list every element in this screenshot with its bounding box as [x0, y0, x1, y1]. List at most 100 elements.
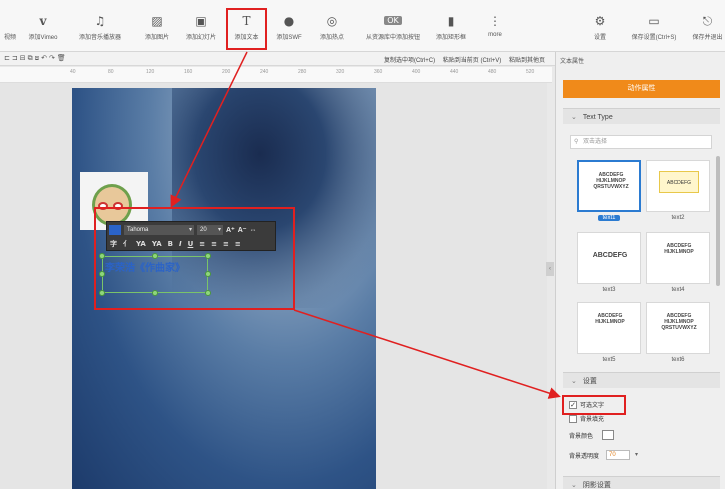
thumb-art: ABCDEFG HIJKLMNOP QRSTUVWXYZ	[661, 313, 697, 331]
ruler-tick: 440	[450, 69, 459, 75]
ruler-tick: 480	[488, 69, 497, 75]
tool-label: 添加Vimeo	[28, 35, 58, 41]
add-button-from-library-button[interactable]: OK 从资源库中添加按钮	[356, 0, 430, 52]
align-tools[interactable]: ⊏⊐⊟⧉⧈↶↷🗑	[4, 54, 68, 63]
text-type-search[interactable]: 双击选择	[570, 135, 712, 149]
main-toolbar: 视频 v 添加Vimeo ♫ 添加音乐播放器 ▨ 添加图片 ▣ 添加幻灯片 T …	[0, 0, 725, 52]
delete-icon[interactable]: 🗑	[57, 54, 68, 62]
ruler-tick: 160	[184, 69, 193, 75]
text-style-label: text3	[602, 287, 616, 293]
bg-opacity-select[interactable]: 70	[606, 450, 638, 460]
ruler-tick: 400	[412, 69, 421, 75]
slideshow-icon: ▣	[195, 14, 207, 28]
swf-icon: ●	[283, 14, 295, 28]
text-style-thumb[interactable]: ABCDEFG HIJKLMNOP QRSTUVWXYZ	[577, 160, 641, 212]
add-swf-button[interactable]: ● 添加SWF	[271, 0, 307, 52]
add-video-button[interactable]: 视频	[0, 0, 20, 52]
thumb-art: ABCDEFG	[659, 171, 699, 193]
ruler-tick: 280	[298, 69, 307, 75]
text-style-label: text1	[577, 215, 641, 221]
align-left-icon[interactable]: ⊏	[4, 54, 12, 62]
text-style-thumb[interactable]: ABCDEFG	[577, 232, 641, 284]
chevron-down-icon: ⌄	[571, 481, 577, 489]
text-style-thumb[interactable]: ABCDEFG HIJKLMNOP	[646, 232, 710, 284]
text-style-thumb[interactable]: ABCDEFG	[646, 160, 710, 212]
add-image-button[interactable]: ▨ 添加图片	[138, 0, 176, 52]
bg-color-option: 背景颜色	[569, 430, 615, 440]
tool-label: 添加矩形框	[435, 35, 466, 41]
add-rectangle-button[interactable]: ▮ 添加矩形框	[432, 0, 470, 52]
save-exit-button[interactable]: ⎋ 保存并退出	[690, 0, 725, 52]
section-title: 设置	[582, 378, 597, 385]
ruler-tick: 520	[526, 69, 535, 75]
add-hotspot-button[interactable]: ◎ 添加热点	[315, 0, 349, 52]
animation-properties-tab[interactable]: 动作属性	[563, 80, 720, 98]
text-style-label: text2	[671, 215, 685, 221]
panel-title: 文本属性	[560, 59, 585, 65]
save-button[interactable]: ▭ 保存设置(Ctrl+S)	[624, 0, 684, 52]
checkbox-icon[interactable]	[569, 414, 577, 423]
properties-panel: 文本属性 ‹ 动作属性 ⌄ Text Type 双击选择 ABCDEFG HIJK…	[546, 52, 725, 489]
option-label: 背景透明度	[569, 453, 600, 460]
text-style-label: text4	[671, 287, 685, 293]
editor-window: 视频 v 添加Vimeo ♫ 添加音乐播放器 ▨ 添加图片 ▣ 添加幻灯片 T …	[0, 0, 725, 489]
tool-label: 添加热点	[319, 35, 344, 41]
paste-other-button[interactable]: 粘贴到其他页	[509, 58, 545, 64]
tool-label: 添加幻灯片	[185, 35, 216, 41]
thumb-art: ABCDEFG	[592, 252, 628, 259]
tool-label: 添加音乐播放器	[78, 35, 121, 41]
selectable-text-highlight	[562, 395, 626, 415]
bg-opacity-option: 背景透明度 70	[569, 450, 638, 460]
settings-button[interactable]: ⚙ 设置	[590, 0, 610, 52]
add-music-player-button[interactable]: ♫ 添加音乐播放器	[68, 0, 132, 52]
section-title: 阴影设置	[582, 482, 611, 489]
ruler-tick: 200	[222, 69, 231, 75]
ruler-tick: 80	[108, 69, 114, 75]
music-icon: ♫	[94, 14, 106, 28]
ruler-tick: 120	[146, 69, 155, 75]
settings-icon: ⚙	[594, 14, 606, 28]
tool-label: 视频	[3, 35, 16, 41]
tool-label: 添加SWF	[276, 35, 302, 41]
shadow-settings-header[interactable]: ⌄ 阴影设置	[563, 476, 720, 489]
rectangle-icon: ▮	[447, 14, 455, 28]
add-text-highlight	[226, 8, 267, 50]
align-center-icon[interactable]: ⊐	[12, 54, 20, 62]
vimeo-icon: v	[39, 14, 47, 28]
thumb-art: ABCDEFG HIJKLMNOP QRSTUVWXYZ	[593, 172, 629, 190]
chevron-down-icon: ⌄	[571, 113, 577, 121]
layer-up-icon[interactable]: ⧉	[28, 54, 35, 62]
text-type-header[interactable]: ⌄ Text Type	[563, 108, 720, 124]
ruler-tick: 320	[336, 69, 345, 75]
paste-button[interactable]: 粘贴到当前页 (Ctrl+V)	[443, 58, 502, 64]
option-label: 背景颜色	[569, 433, 594, 440]
add-slideshow-button[interactable]: ▣ 添加幻灯片	[181, 0, 221, 52]
redo-icon[interactable]: ↷	[49, 54, 57, 62]
text-style-thumb[interactable]: ABCDEFG HIJKLMNOP	[577, 302, 641, 354]
thumb-label: text1	[598, 215, 620, 221]
scrollbar[interactable]	[716, 156, 720, 286]
image-icon: ▨	[151, 14, 163, 28]
bg-color-picker[interactable]	[602, 430, 615, 440]
save-icon: ▭	[648, 14, 660, 28]
save-exit-icon: ⎋	[702, 14, 713, 28]
collapse-panel-handle[interactable]: ‹	[546, 262, 554, 276]
tool-label: 设置	[593, 35, 606, 41]
chevron-down-icon: ⌄	[571, 377, 577, 385]
more-button[interactable]: ⋮ more	[484, 0, 506, 52]
button-icon: OK	[384, 14, 402, 28]
distribute-icon[interactable]: ⊟	[20, 54, 28, 62]
undo-icon[interactable]: ↶	[41, 54, 49, 62]
settings-header[interactable]: ⌄ 设置	[563, 372, 720, 388]
tool-label: 添加图片	[144, 35, 169, 41]
hotspot-icon: ◎	[326, 14, 338, 28]
text-style-label: text6	[671, 357, 685, 363]
text-style-label: text5	[602, 357, 616, 363]
text-style-thumb[interactable]: ABCDEFG HIJKLMNOP QRSTUVWXYZ	[646, 302, 710, 354]
option-label: 背景填充	[580, 417, 605, 423]
add-vimeo-button[interactable]: v 添加Vimeo	[22, 0, 64, 52]
ruler-tick: 240	[260, 69, 269, 75]
bg-fill-option[interactable]: 背景填充	[569, 414, 604, 423]
copy-button[interactable]: 复制选中项(Ctrl+C)	[384, 58, 435, 64]
tool-label: more	[488, 32, 502, 38]
